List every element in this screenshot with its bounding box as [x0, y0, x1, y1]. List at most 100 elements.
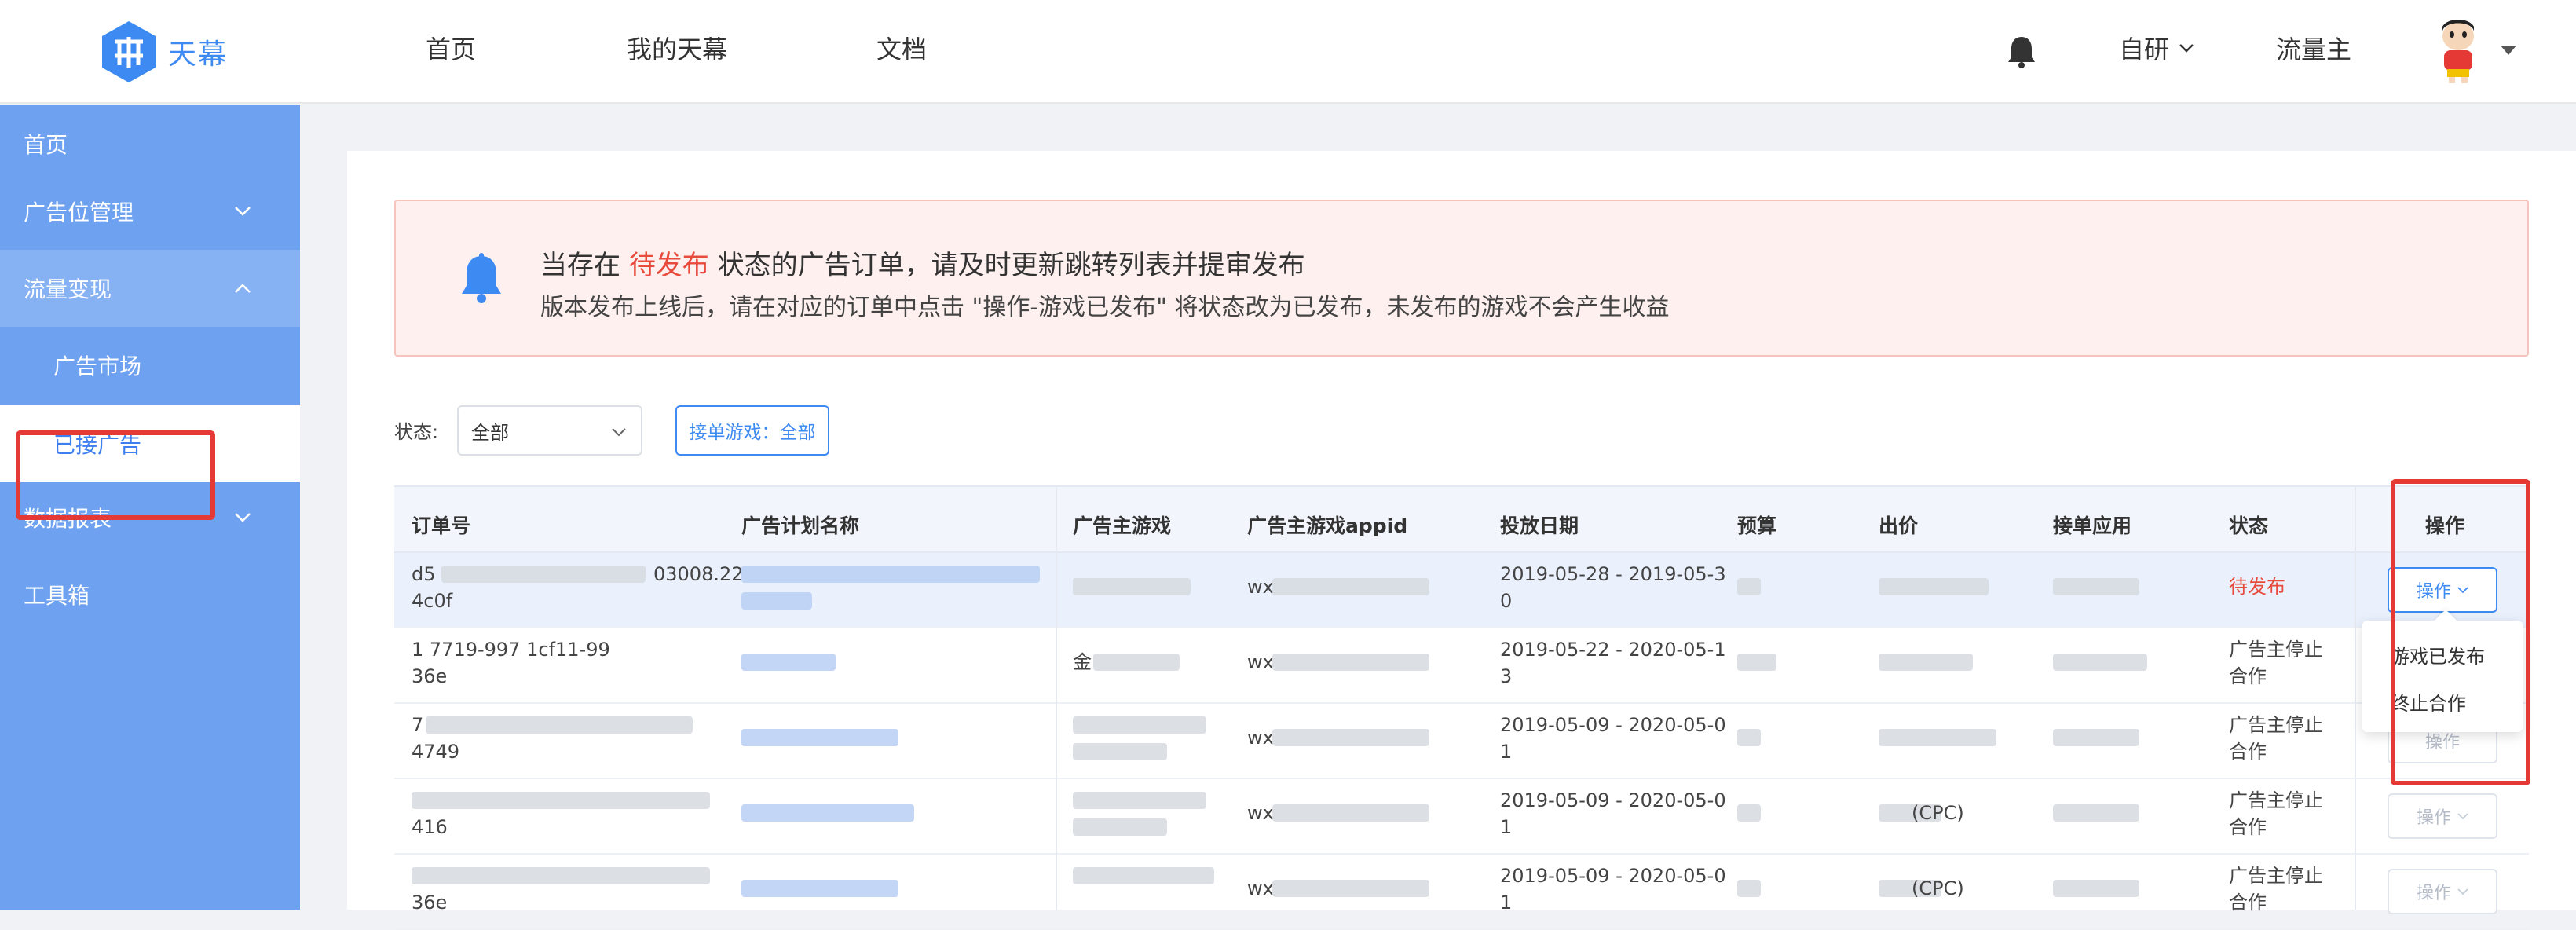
date-line2: 1 [1500, 741, 1513, 763]
th-plan-name: 广告计划名称 [741, 514, 860, 537]
sidebar-item-label: 流量变现 [24, 276, 112, 302]
status-filter-label: 状态: [394, 421, 439, 443]
notice-suffix: 状态的广告订单，请及时更新跳转列表并提审发布 [717, 250, 1305, 281]
redacted-block [2053, 804, 2139, 822]
redacted-block [441, 566, 646, 583]
redacted-block [1737, 880, 1761, 897]
status-line1: 广告主停止 [2229, 639, 2323, 661]
order-no-line1: 7 [412, 714, 424, 736]
redacted-block [741, 729, 898, 746]
table-row[interactable]: 36e wx 2019-05-09 - 2020-05-0 1 (CPC) 广告… [394, 855, 2529, 930]
role-label[interactable]: 流量主 [2276, 30, 2351, 66]
order-no-line2: 4749 [412, 741, 460, 763]
th-date: 投放日期 [1500, 514, 1579, 537]
notification-bell-icon[interactable] [2006, 35, 2037, 69]
chevron-down-icon [2179, 44, 2194, 53]
appid-prefix: wx [1247, 576, 1274, 598]
redacted-block [741, 592, 812, 610]
redacted-block [426, 716, 693, 734]
sidebar-item-label: 数据报表 [24, 506, 112, 532]
logo-hexagon-icon [102, 21, 156, 82]
redacted-block [2053, 578, 2139, 595]
status-pending: 待发布 [2229, 576, 2285, 598]
sidebar-item-accepted-ads[interactable]: 已接广告 [0, 405, 300, 482]
game-filter-button[interactable]: 接单游戏：全部 [675, 405, 829, 456]
chevron-up-icon [235, 284, 251, 293]
sidebar-item-label: 首页 [24, 132, 68, 158]
date-line1: 2019-05-09 - 2020-05-0 [1500, 714, 1726, 736]
appid-prefix: wx [1247, 877, 1274, 899]
nav-docs[interactable]: 文档 [876, 30, 927, 66]
order-no-tail: 03008.22 [653, 563, 744, 585]
redacted-block [1073, 716, 1206, 734]
sidebar: 首页 广告位管理 流量变现 广告市场 已接广告 数据报表 工具箱 [0, 105, 300, 910]
date-line1: 2019-05-09 - 2020-05-0 [1500, 865, 1726, 887]
status-line2: 合作 [2229, 816, 2267, 838]
order-no-line2: 36e [412, 665, 448, 687]
sidebar-item-label: 已接广告 [53, 432, 142, 458]
date-line2: 1 [1500, 892, 1513, 914]
redacted-block [412, 792, 710, 809]
avatar-caret-icon[interactable] [2501, 46, 2516, 55]
status-select-value: 全部 [471, 421, 509, 444]
chevron-down-icon [235, 207, 251, 216]
redacted-block [1272, 729, 1429, 746]
avatar[interactable] [2431, 17, 2485, 83]
sidebar-item-label: 广告市场 [53, 353, 142, 379]
operation-dropdown-button[interactable]: 操作 [2388, 793, 2497, 839]
notice-title: 当存在 待发布 状态的广告订单，请及时更新跳转列表并提审发布 [540, 243, 1305, 282]
table-row[interactable]: 416 wx 2019-05-09 - 2020-05-0 1 (CPC) 广告… [394, 779, 2529, 855]
redacted-block [1073, 792, 1206, 809]
sidebar-item-ad-slot-mgmt[interactable]: 广告位管理 [0, 173, 300, 250]
table-row[interactable]: d5 03008.22 4c0f wx 2019-05-28 - 2019-05… [394, 553, 2529, 628]
th-budget: 预算 [1737, 514, 1777, 537]
redacted-block [1879, 729, 1996, 746]
operation-label: 操作 [2416, 808, 2451, 828]
nav-my-tianmu[interactable]: 我的天幕 [627, 30, 727, 66]
redacted-block [1073, 578, 1191, 595]
appid-prefix: wx [1247, 651, 1274, 673]
sidebar-item-home[interactable]: 首页 [0, 105, 300, 182]
operation-dropdown-button[interactable]: 操作 [2388, 567, 2497, 613]
redacted-block [1737, 578, 1761, 595]
redacted-block [741, 654, 836, 671]
redacted-block [1272, 578, 1429, 595]
date-line2: 0 [1500, 590, 1513, 612]
logo[interactable]: 天幕 [101, 19, 228, 85]
redacted-block [2053, 729, 2139, 746]
table-row[interactable]: 7 4749 wx 2019-05-09 - 2020-05-0 1 广告主停止… [394, 704, 2529, 779]
nav-home[interactable]: 首页 [426, 30, 476, 66]
bid-type: (CPC) [1912, 877, 1964, 899]
brand-name: 天幕 [168, 38, 229, 71]
notice-banner: 当存在 待发布 状态的广告订单，请及时更新跳转列表并提审发布 版本发布上线后，请… [394, 200, 2529, 357]
sidebar-item-reports[interactable]: 数据报表 [0, 479, 300, 556]
bid-type: (CPC) [1912, 802, 1964, 824]
status-select[interactable]: 全部 [457, 405, 642, 456]
account-menu-dropdown[interactable]: 自研 [2119, 30, 2194, 66]
sidebar-item-monetize[interactable]: 流量变现 [0, 250, 300, 327]
status-line2: 合作 [2229, 892, 2267, 914]
menu-item-game-published[interactable]: 游戏已发布 [2391, 641, 2485, 668]
table-row[interactable]: 1 7719-997 1cf11-99 36e 金 wx 2019-05-22 … [394, 628, 2529, 704]
sidebar-item-ad-market[interactable]: 广告市场 [0, 327, 300, 404]
date-line2: 3 [1500, 665, 1513, 687]
redacted-block [1879, 654, 1973, 671]
status-line2: 合作 [2229, 665, 2267, 687]
order-no-line2: 416 [412, 816, 448, 838]
operation-dropdown-button[interactable]: 操作 [2388, 869, 2497, 914]
menu-item-terminate[interactable]: 终止合作 [2391, 688, 2466, 716]
redacted-block [1737, 729, 1761, 746]
date-line1: 2019-05-22 - 2020-05-1 [1500, 639, 1726, 661]
game-prefix: 金 [1073, 651, 1092, 673]
redacted-block [1073, 867, 1214, 884]
status-line1: 广告主停止 [2229, 865, 2323, 887]
redacted-block [1073, 818, 1167, 836]
status-line1: 广告主停止 [2229, 789, 2323, 811]
account-menu-label: 自研 [2119, 35, 2170, 64]
redacted-block [2053, 880, 2139, 897]
redacted-block [1737, 654, 1776, 671]
orders-table: 订单号 广告计划名称 广告主游戏 广告主游戏appid 投放日期 预算 出价 接… [394, 485, 2529, 930]
order-no-line2: 4c0f [412, 590, 453, 612]
th-order-no: 订单号 [412, 514, 471, 537]
sidebar-item-toolbox[interactable]: 工具箱 [0, 556, 300, 633]
